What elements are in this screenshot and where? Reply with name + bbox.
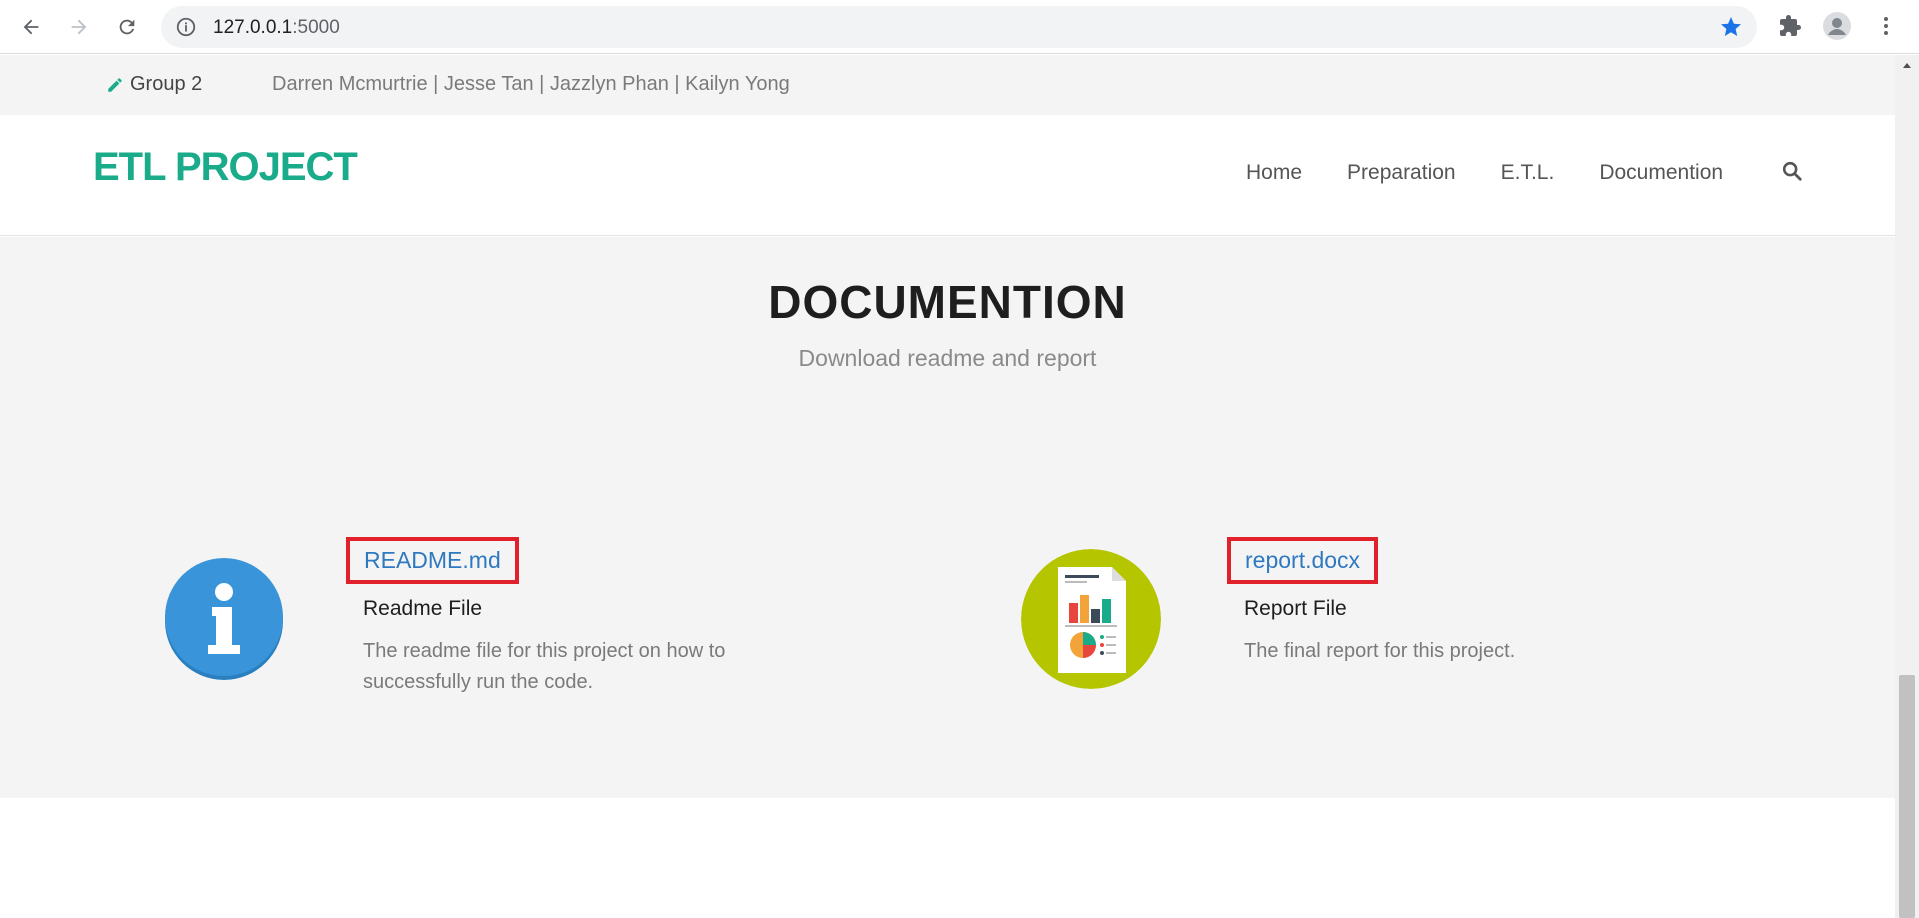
- page-scrollbar[interactable]: [1895, 55, 1919, 918]
- page-footer: [0, 798, 1895, 918]
- site-logo[interactable]: ETL PROJECT: [93, 145, 358, 190]
- group-text: Group 2: [130, 73, 203, 95]
- main-nav: Home Preparation E.T.L. Documention: [1246, 161, 1723, 185]
- readme-file-title: Readme File: [363, 597, 483, 620]
- top-info-bar: Group 2 Darren Mcmurtrie | Jesse Tan | J…: [0, 55, 1895, 115]
- scroll-up-arrow-icon[interactable]: [1903, 63, 1911, 68]
- documention-section: DOCUMENTION Download readme and report R…: [0, 237, 1895, 798]
- section-title: DOCUMENTION: [768, 276, 1127, 328]
- browser-toolbar: 127.0.0.1:5000: [0, 0, 1919, 54]
- nav-etl[interactable]: E.T.L.: [1501, 161, 1555, 185]
- report-icon: [1021, 549, 1161, 689]
- report-download-link[interactable]: report.docx: [1227, 537, 1379, 584]
- url-text[interactable]: 127.0.0.1:5000: [213, 17, 340, 39]
- arrow-right-icon: [71, 19, 87, 35]
- address-bar[interactable]: 127.0.0.1:5000: [161, 6, 1757, 48]
- bookmark-star-icon[interactable]: [1719, 15, 1743, 39]
- group-label: Group 2: [106, 73, 202, 96]
- readme-description: The readme file for this project on how …: [363, 640, 726, 693]
- extensions-button[interactable]: [1776, 12, 1804, 40]
- more-vert-icon: [1884, 17, 1888, 35]
- team-members: Darren Mcmurtrie | Jesse Tan | Jazzlyn P…: [272, 73, 790, 95]
- menu-button[interactable]: [1872, 12, 1900, 40]
- arrow-left-icon: [23, 19, 39, 35]
- profile-button[interactable]: [1823, 12, 1851, 40]
- readme-download-link[interactable]: README.md: [346, 537, 519, 584]
- back-button[interactable]: [15, 11, 47, 43]
- nav-documention[interactable]: Documention: [1599, 161, 1723, 185]
- info-icon: [165, 558, 283, 680]
- info-icon[interactable]: [175, 16, 197, 38]
- report-file-title: Report File: [1244, 597, 1347, 620]
- puzzle-icon: [1780, 15, 1801, 36]
- search-icon[interactable]: [1781, 160, 1803, 182]
- page-viewport: Group 2 Darren Mcmurtrie | Jesse Tan | J…: [0, 55, 1895, 918]
- reload-button[interactable]: [111, 11, 143, 43]
- forward-button[interactable]: [63, 11, 95, 43]
- nav-preparation[interactable]: Preparation: [1347, 161, 1456, 185]
- site-header: ETL PROJECT Home Preparation E.T.L. Docu…: [0, 115, 1895, 236]
- nav-home[interactable]: Home: [1246, 161, 1302, 185]
- scrollbar-thumb[interactable]: [1899, 675, 1915, 918]
- report-description: The final report for this project.: [1244, 640, 1516, 662]
- pencil-icon: [108, 77, 122, 92]
- avatar-icon: [1823, 12, 1851, 40]
- section-subtitle: Download readme and report: [798, 345, 1097, 371]
- reload-icon: [119, 19, 135, 35]
